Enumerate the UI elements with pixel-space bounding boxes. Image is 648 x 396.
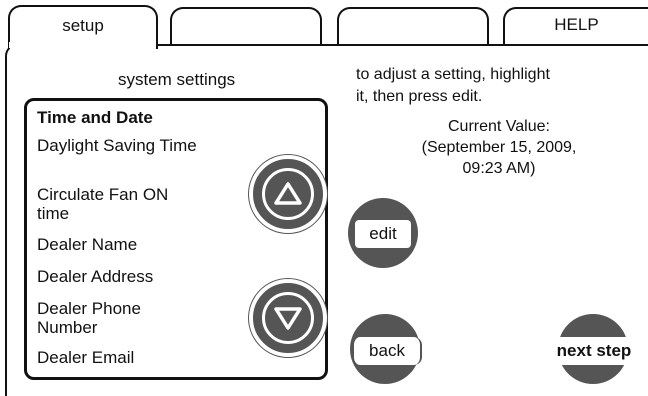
scroll-up-button[interactable]: [249, 155, 327, 233]
triangle-down-icon: [274, 307, 302, 330]
scroll-down-ring: [262, 292, 314, 344]
next-step-button[interactable]: next step: [546, 337, 642, 365]
edit-button[interactable]: edit: [355, 220, 411, 248]
tab-blank-2[interactable]: [337, 7, 489, 45]
tab-setup-label: setup: [62, 16, 104, 35]
thermostat-screen: setup HELP system settings Time and Date…: [0, 0, 648, 396]
list-item-dealer-phone[interactable]: Dealer Phone Number: [37, 299, 187, 337]
scroll-up-ring: [262, 168, 314, 220]
active-tab-gap: [9, 42, 156, 48]
list-item-circulate-fan[interactable]: Circulate Fan ON time: [37, 185, 187, 223]
list-item-time-and-date[interactable]: Time and Date: [37, 108, 153, 127]
list-item-dealer-email[interactable]: Dealer Email: [37, 348, 134, 367]
tab-help-label: HELP: [554, 15, 599, 34]
scroll-down-button[interactable]: [249, 279, 327, 357]
list-item-dealer-address[interactable]: Dealer Address: [37, 267, 153, 286]
back-button[interactable]: back: [352, 337, 422, 365]
tab-help[interactable]: HELP: [503, 7, 648, 45]
list-item-dealer-name[interactable]: Dealer Name: [37, 235, 137, 254]
triangle-up-icon: [274, 182, 302, 205]
list-item-daylight-saving[interactable]: Daylight Saving Time: [37, 136, 207, 155]
tab-blank-1[interactable]: [170, 7, 322, 45]
